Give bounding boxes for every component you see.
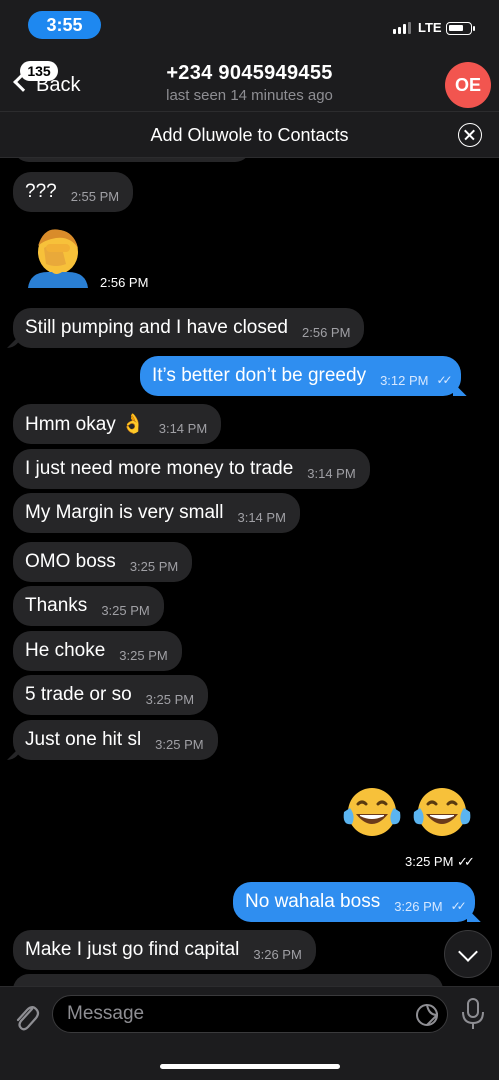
message-bubble-partial	[13, 974, 443, 986]
message-bubble[interactable]: OMO boss 3:25 PM	[13, 542, 193, 582]
message-bubble[interactable]: Thanks 3:25 PM	[13, 586, 164, 626]
read-receipt-icon: ✓✓	[457, 854, 475, 869]
last-seen-status: last seen 14 minutes ago	[166, 87, 333, 104]
message-bubble-partial	[13, 158, 251, 162]
message-time: 2:56 PM	[302, 324, 351, 340]
message-time: 3:26 PM	[253, 946, 302, 962]
message-text: OMO boss	[25, 551, 116, 572]
message-input-container	[52, 995, 448, 1033]
message-time: 3:25 PM	[145, 691, 195, 707]
status-bar: 3:55 LTE	[0, 0, 499, 50]
add-contact-banner: Add Oluwole to Contacts	[0, 112, 499, 158]
contact-title[interactable]: +234 9045949455	[0, 62, 499, 85]
message-text: No wahala boss	[245, 891, 381, 912]
sticker-icon[interactable]	[415, 1003, 439, 1027]
message-text: Thanks	[25, 595, 88, 616]
message-text: Hmm okay 👌	[25, 414, 145, 435]
scroll-to-bottom-button[interactable]	[444, 930, 492, 978]
signal-icon	[393, 22, 411, 34]
paperclip-icon[interactable]	[12, 1001, 40, 1033]
message-input[interactable]	[67, 996, 387, 1032]
battery-icon	[446, 22, 475, 35]
message-time: 3:14 PM	[158, 420, 208, 436]
message-list[interactable]: ??? 2:55 PM 2:56 PM Still pumping and I …	[0, 158, 499, 986]
message-text: Just one hit sl	[25, 729, 142, 750]
message-text: Make I just go find capital	[25, 939, 240, 960]
message-bubble[interactable]: Just one hit sl 3:25 PM	[13, 720, 218, 760]
message-text: ???	[25, 181, 57, 202]
message-time: 3:25 PM	[155, 736, 204, 752]
message-bubble[interactable]: Hmm okay 👌 3:14 PM	[13, 404, 222, 444]
message-time: 3:25 PM	[101, 602, 150, 618]
message-time: 3:14 PM	[237, 509, 286, 525]
chat-header: Back 135 +234 9045949455 last seen 14 mi…	[0, 50, 499, 112]
read-receipt-icon: ✓✓	[450, 899, 467, 913]
message-text: Still pumping and I have closed	[25, 317, 288, 338]
laughing-tears-emoji[interactable]	[340, 782, 404, 846]
message-bubble[interactable]: Make I just go find capital 3:26 PM	[13, 930, 316, 970]
message-time: 3:25 PM ✓✓	[405, 854, 475, 869]
message-text: He choke	[25, 640, 106, 661]
status-time[interactable]: 3:55	[28, 11, 101, 39]
network-label: LTE	[418, 20, 442, 35]
microphone-icon[interactable]	[460, 997, 486, 1031]
home-indicator	[160, 1064, 340, 1069]
message-time: 3:12 PM	[380, 372, 429, 388]
message-text: I just need more money to trade	[25, 458, 294, 479]
message-bubble[interactable]: He choke 3:25 PM	[13, 631, 182, 671]
read-receipt-icon: ✓✓	[436, 373, 453, 387]
message-time: 2:56 PM	[100, 275, 149, 290]
message-time: 3:25 PM	[129, 558, 179, 574]
message-bubble[interactable]: My Margin is very small 3:14 PM	[13, 493, 300, 533]
message-bubble-outgoing[interactable]: No wahala boss 3:26 PM ✓✓	[233, 882, 475, 922]
message-bubble[interactable]: I just need more money to trade 3:14 PM	[13, 449, 370, 489]
message-bubble[interactable]: ??? 2:55 PM	[13, 172, 134, 212]
message-text: 5 trade or so	[25, 684, 132, 705]
add-contact-button[interactable]: Add Oluwole to Contacts	[0, 125, 499, 146]
close-icon[interactable]	[458, 123, 482, 147]
message-time: 2:55 PM	[70, 188, 120, 204]
message-time: 3:26 PM	[394, 898, 443, 914]
message-text: My Margin is very small	[25, 502, 224, 523]
message-time: 3:25 PM	[119, 647, 168, 663]
avatar[interactable]: OE	[445, 62, 491, 108]
laughing-tears-emoji[interactable]	[410, 782, 474, 846]
message-text: It’s better don’t be greedy	[152, 365, 367, 386]
message-bubble[interactable]: Still pumping and I have closed 2:56 PM	[13, 308, 365, 348]
message-bubble[interactable]: 5 trade or so 3:25 PM	[13, 675, 209, 715]
message-bubble-outgoing[interactable]: It’s better don’t be greedy 3:12 PM ✓✓	[140, 356, 461, 396]
facepalm-emoji[interactable]	[26, 224, 90, 288]
message-time: 3:14 PM	[307, 465, 356, 481]
